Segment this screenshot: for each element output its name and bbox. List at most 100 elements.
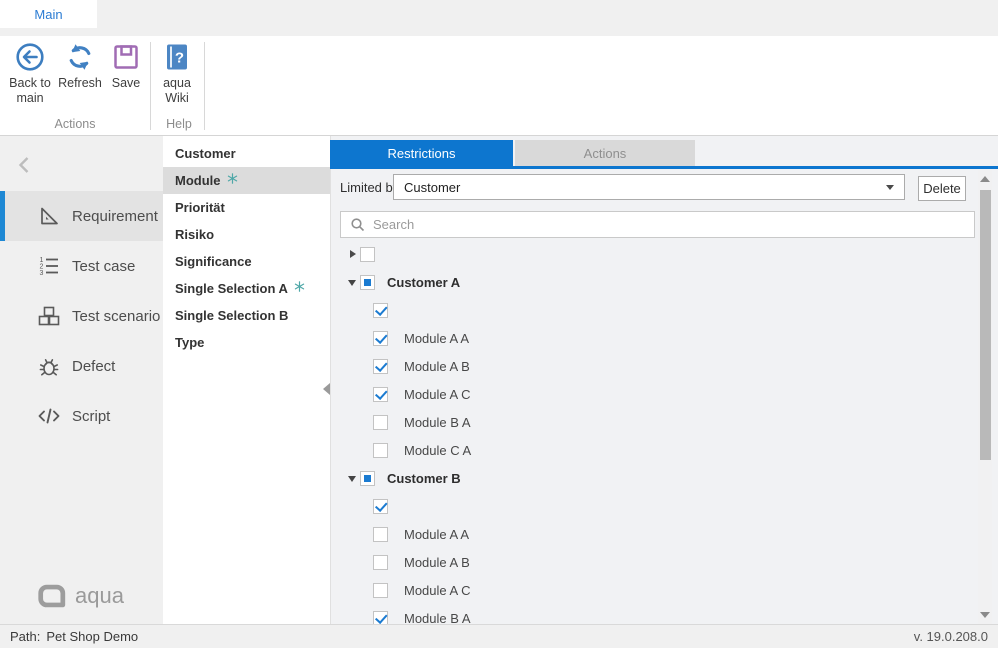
- tree-row-item-2[interactable]: [330, 296, 975, 324]
- field-item-significance[interactable]: Significance: [163, 248, 330, 275]
- checkbox[interactable]: [373, 387, 388, 402]
- splitter-collapse-icon[interactable]: [323, 382, 331, 396]
- tree-row-module-c-a[interactable]: Module C A: [330, 436, 975, 464]
- tree-row-item-9[interactable]: [330, 492, 975, 520]
- ribbon-tab-main[interactable]: Main: [0, 0, 97, 28]
- checkbox[interactable]: [360, 471, 375, 486]
- sidebar-item-label: Defect: [72, 358, 115, 375]
- tree-row-module-a-a[interactable]: Module A A: [330, 324, 975, 352]
- refresh-icon: [65, 42, 95, 72]
- field-item-priorität[interactable]: Priorität: [163, 194, 330, 221]
- limited-by-combobox[interactable]: Customer: [393, 174, 905, 200]
- refresh-button[interactable]: Refresh: [56, 42, 104, 91]
- tab-restrictions[interactable]: Restrictions: [330, 140, 513, 166]
- ribbon-tab-bar: Main: [0, 0, 998, 36]
- tree-row-customer-a[interactable]: Customer A: [330, 268, 975, 296]
- ribbon-group-actions-label: Actions: [0, 117, 150, 131]
- tree-row-customer-b[interactable]: Customer B: [330, 464, 975, 492]
- save-button[interactable]: Save: [104, 42, 148, 91]
- sidebar-item-label: Script: [72, 408, 110, 425]
- expander-icon: [347, 548, 373, 576]
- field-item-single-selection-b[interactable]: Single Selection B: [163, 302, 330, 329]
- tree-row-module-a-b[interactable]: Module A B: [330, 352, 975, 380]
- field-item-module[interactable]: Module: [163, 167, 330, 194]
- back-to-main-button[interactable]: Back to main: [2, 42, 58, 106]
- tab-underline: [330, 166, 998, 169]
- expander-icon: [347, 492, 373, 520]
- defect-icon: [37, 354, 61, 378]
- sidebar-item-test-case[interactable]: 123 Test case: [0, 241, 163, 291]
- checkbox[interactable]: [360, 275, 375, 290]
- tree-item-label: Module B A: [404, 611, 471, 625]
- aqua-wiki-button[interactable]: ? aqua Wiki: [154, 42, 200, 106]
- checkbox[interactable]: [373, 611, 388, 625]
- wiki-book-icon: ?: [162, 42, 192, 72]
- expander-icon[interactable]: [347, 268, 360, 296]
- expander-icon: [347, 324, 373, 352]
- sidebar-item-label: Requirement: [72, 208, 158, 225]
- expander-icon: [347, 436, 373, 464]
- tree-row-item-0[interactable]: [330, 240, 975, 268]
- back-to-main-label-line1: Back to: [9, 76, 51, 90]
- expander-icon[interactable]: [347, 464, 360, 492]
- tree-row-module-a-b[interactable]: Module A B: [330, 548, 975, 576]
- tree-item-label: Module A B: [404, 359, 470, 374]
- sidebar: Requirement 123 Test case Test scenario …: [0, 136, 163, 624]
- scrollbar-thumb[interactable]: [980, 190, 991, 460]
- scroll-up-icon[interactable]: [980, 176, 990, 182]
- tree-item-label: Module C A: [404, 443, 471, 458]
- ribbon: Back to main Refresh Save ? aqua Wiki Ac…: [0, 36, 998, 136]
- field-item-label: Single Selection B: [175, 308, 288, 323]
- checkbox[interactable]: [373, 555, 388, 570]
- tab-actions[interactable]: Actions: [515, 140, 695, 166]
- sidebar-item-script[interactable]: Script: [0, 391, 163, 441]
- tree-row-module-b-a[interactable]: Module B A: [330, 604, 975, 624]
- checkbox[interactable]: [373, 583, 388, 598]
- scroll-down-icon[interactable]: [980, 612, 990, 618]
- svg-text:3: 3: [40, 270, 44, 277]
- sidebar-collapse-chevron-icon[interactable]: [18, 156, 30, 177]
- search-box[interactable]: [340, 211, 975, 238]
- checkbox[interactable]: [373, 499, 388, 514]
- sidebar-item-requirement[interactable]: Requirement: [0, 191, 163, 241]
- tree-item-label: Customer A: [387, 275, 460, 290]
- back-icon: [15, 42, 45, 72]
- refresh-label: Refresh: [58, 76, 102, 90]
- tree-row-module-a-c[interactable]: Module A C: [330, 576, 975, 604]
- ribbon-group-separator: [150, 42, 151, 130]
- sidebar-item-label: Test scenario: [72, 308, 160, 325]
- aqua-wiki-label-line2: Wiki: [165, 91, 189, 105]
- tree-item-label: Module A C: [404, 583, 471, 598]
- delete-button[interactable]: Delete: [918, 176, 966, 201]
- requirement-icon: [37, 204, 61, 228]
- search-input[interactable]: [373, 217, 965, 232]
- tree-item-label: Module A A: [404, 331, 469, 346]
- checkbox[interactable]: [373, 303, 388, 318]
- expander-icon: [347, 520, 373, 548]
- field-item-customer[interactable]: Customer: [163, 140, 330, 167]
- checkbox[interactable]: [373, 359, 388, 374]
- save-icon: [111, 42, 141, 72]
- field-item-label: Significance: [175, 254, 252, 269]
- sidebar-item-defect[interactable]: Defect: [0, 341, 163, 391]
- field-item-single-selection-a[interactable]: Single Selection A: [163, 275, 330, 302]
- tree-row-module-b-a[interactable]: Module B A: [330, 408, 975, 436]
- tree-row-module-a-c[interactable]: Module A C: [330, 380, 975, 408]
- checkbox[interactable]: [373, 527, 388, 542]
- aqua-wiki-label-line1: aqua: [163, 76, 191, 90]
- vertical-scrollbar[interactable]: [978, 170, 992, 624]
- checkbox[interactable]: [373, 443, 388, 458]
- expander-icon: [347, 380, 373, 408]
- checkbox[interactable]: [373, 331, 388, 346]
- status-path: Path:Pet Shop Demo: [10, 629, 138, 644]
- sidebar-item-test-scenario[interactable]: Test scenario: [0, 291, 163, 341]
- expander-icon[interactable]: [347, 240, 360, 268]
- expander-icon: [347, 604, 373, 624]
- tree-row-module-a-a[interactable]: Module A A: [330, 520, 975, 548]
- checkbox[interactable]: [360, 247, 375, 262]
- field-item-label: Priorität: [175, 200, 225, 215]
- status-bar: Path:Pet Shop Demo v. 19.0.208.0: [0, 624, 998, 648]
- checkbox[interactable]: [373, 415, 388, 430]
- field-item-risiko[interactable]: Risiko: [163, 221, 330, 248]
- field-item-type[interactable]: Type: [163, 329, 330, 356]
